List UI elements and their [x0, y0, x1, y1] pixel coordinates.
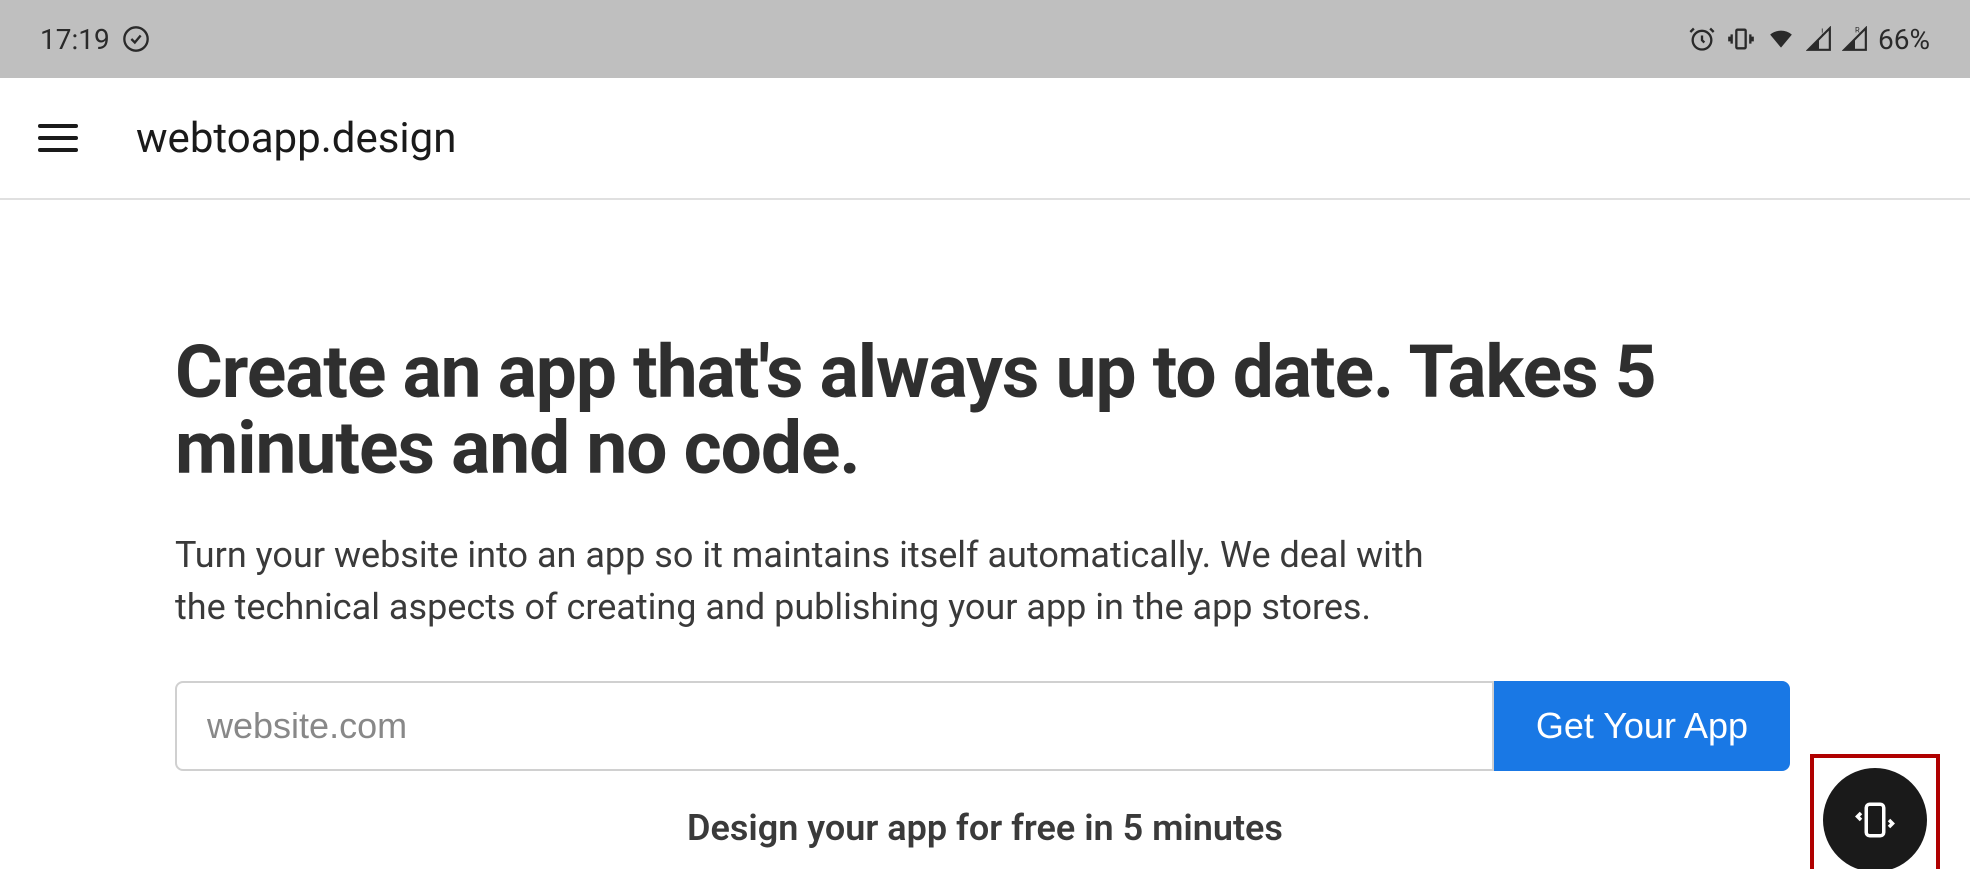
subheadline: Turn your website into an app so it main… — [175, 529, 1475, 633]
status-bar: 17:19 — [0, 0, 1970, 78]
signal-icon-2: R — [1842, 26, 1868, 52]
hamburger-menu-icon[interactable] — [38, 124, 78, 152]
status-bar-right: ! R 66% — [1688, 23, 1930, 56]
fab-highlight-box — [1810, 754, 1940, 869]
main-content: Create an app that's always up to date. … — [0, 200, 1970, 849]
signal-icon-1: ! — [1806, 26, 1832, 52]
clock-time: 17:19 — [40, 23, 110, 56]
app-title: webtoapp.design — [136, 114, 456, 163]
svg-text:!: ! — [1821, 28, 1823, 38]
website-url-input[interactable] — [175, 681, 1494, 771]
alarm-icon — [1688, 25, 1716, 53]
get-your-app-button[interactable]: Get Your App — [1494, 681, 1790, 771]
checkmark-circle-icon — [122, 25, 150, 53]
screen-rotation-icon — [1854, 799, 1896, 841]
rotate-device-fab[interactable] — [1823, 768, 1927, 869]
battery-percentage: 66% — [1878, 23, 1930, 56]
app-bar: webtoapp.design — [0, 78, 1970, 200]
footer-text: Design your app for free in 5 minutes — [175, 807, 1795, 849]
vibrate-icon — [1726, 25, 1756, 53]
wifi-icon — [1766, 26, 1796, 52]
status-bar-left: 17:19 — [40, 23, 150, 56]
svg-text:R: R — [1855, 26, 1860, 35]
headline: Create an app that's always up to date. … — [175, 335, 1795, 487]
url-input-row: Get Your App — [175, 681, 1790, 771]
